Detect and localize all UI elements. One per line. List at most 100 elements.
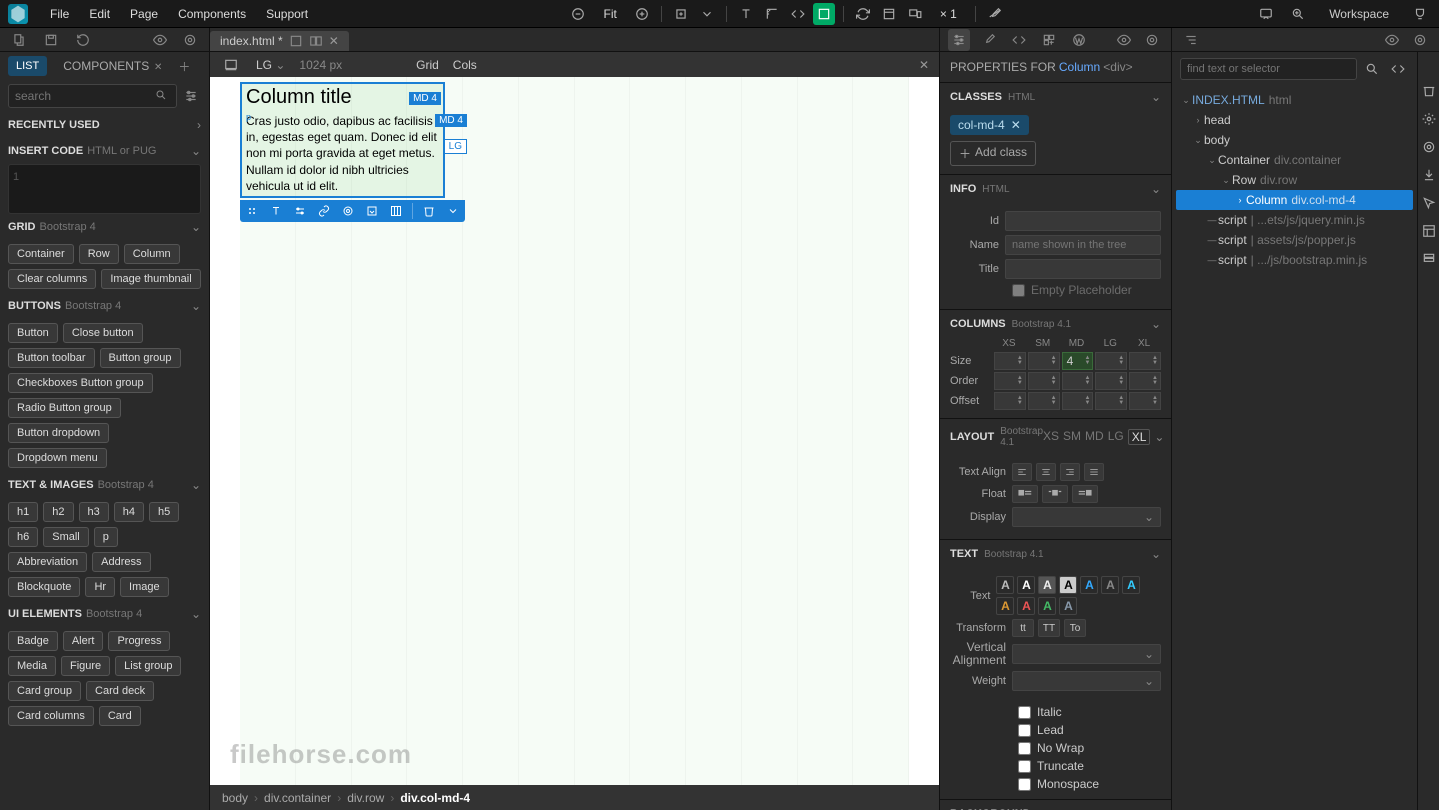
tab-close-icon[interactable]: ✕ <box>329 34 339 48</box>
canvas-close-icon[interactable]: ✕ <box>919 58 929 72</box>
align-left-button[interactable] <box>1012 463 1032 481</box>
search-icon[interactable] <box>1361 58 1383 80</box>
text-color-white[interactable]: A <box>1017 576 1035 594</box>
eye-icon[interactable] <box>149 29 171 51</box>
component-pill[interactable]: Blockquote <box>8 577 80 597</box>
component-pill[interactable]: Figure <box>61 656 110 676</box>
target-icon-3[interactable] <box>1409 29 1431 51</box>
lowercase-button[interactable]: tt <box>1012 619 1034 637</box>
tree-search-input[interactable] <box>1180 58 1357 80</box>
component-pill[interactable]: Alert <box>63 631 104 651</box>
order-input[interactable]: ▲▼ <box>1062 372 1094 390</box>
code-icon[interactable] <box>787 3 809 25</box>
zoom-out-icon[interactable] <box>567 3 589 25</box>
props-brush-icon[interactable] <box>978 29 1000 51</box>
weight-dropdown[interactable]: ⌄ <box>1012 671 1161 691</box>
order-input[interactable]: ▲▼ <box>994 372 1026 390</box>
text-color-danger[interactable]: A <box>1017 597 1035 615</box>
zoom-fit[interactable]: Fit <box>593 7 626 21</box>
menu-support[interactable]: Support <box>256 7 318 21</box>
offset-input[interactable]: ▲▼ <box>994 392 1026 410</box>
menu-page[interactable]: Page <box>120 7 168 21</box>
component-pill[interactable]: Image <box>120 577 169 597</box>
canvas-viewport[interactable]: Column title p Cras justo odio, dapibus … <box>210 77 939 785</box>
add-page-icon[interactable] <box>670 3 692 25</box>
capitalize-button[interactable]: To <box>1064 619 1086 637</box>
add-tab-icon[interactable]: ＋ <box>178 58 190 75</box>
component-pill[interactable]: Row <box>79 244 119 264</box>
section-columns[interactable]: COLUMNSBootstrap 4.1⌄ <box>940 310 1171 338</box>
tab-window-icon[interactable] <box>289 34 303 48</box>
text-color-muted[interactable]: A <box>996 576 1014 594</box>
md-badge-handle[interactable]: MD 4 <box>435 114 467 127</box>
text-color-info[interactable]: A <box>1122 576 1140 594</box>
breadcrumb-item-active[interactable]: div.col-md-4 <box>400 791 470 805</box>
monospace-checkbox[interactable] <box>1018 778 1031 791</box>
tab-split-icon[interactable] <box>309 34 323 48</box>
save-icon[interactable] <box>40 29 62 51</box>
target-icon[interactable] <box>179 29 201 51</box>
target-icon-4[interactable] <box>1420 138 1438 156</box>
text-color-dark[interactable]: A <box>1059 576 1077 594</box>
tree-row-script[interactable]: —script| assets/js/popper.js <box>1176 230 1413 250</box>
refresh-icon[interactable] <box>852 3 874 25</box>
component-pill[interactable]: h3 <box>79 502 109 522</box>
uppercase-button[interactable]: TT <box>1038 619 1060 637</box>
workspace-button[interactable]: Workspace <box>1319 7 1399 21</box>
text-color-secondary[interactable]: A <box>1101 576 1119 594</box>
id-input[interactable] <box>1005 211 1161 231</box>
eye-icon-2[interactable] <box>1113 29 1135 51</box>
size-xs-input[interactable]: ▲▼ <box>994 352 1026 370</box>
offset-input[interactable]: ▲▼ <box>1028 392 1060 410</box>
props-code-icon[interactable] <box>1008 29 1030 51</box>
trash-icon[interactable] <box>1420 82 1438 100</box>
text-color-primary[interactable]: A <box>1080 576 1098 594</box>
add-class-button[interactable]: ＋Add class <box>950 141 1036 166</box>
tree-row-body[interactable]: ⌄body <box>1176 130 1413 150</box>
component-pill[interactable]: Card <box>99 706 141 726</box>
menu-file[interactable]: File <box>40 7 79 21</box>
target-icon-2[interactable] <box>1141 29 1163 51</box>
filter-settings-icon[interactable] <box>181 84 201 108</box>
order-input[interactable]: ▲▼ <box>1129 372 1161 390</box>
class-chip[interactable]: col-md-4✕ <box>950 115 1029 135</box>
eye-icon-3[interactable] <box>1381 29 1403 51</box>
tree-row-script[interactable]: —script| .../js/bootstrap.min.js <box>1176 250 1413 270</box>
left-tab-components[interactable]: COMPONENTS ✕ <box>55 55 170 77</box>
component-pill[interactable]: List group <box>115 656 181 676</box>
left-tab-list[interactable]: LIST <box>8 56 47 76</box>
component-pill[interactable]: Button toolbar <box>8 348 95 368</box>
layout-icon[interactable] <box>1420 222 1438 240</box>
component-pill[interactable]: Abbreviation <box>8 552 87 572</box>
device-icon[interactable] <box>220 54 242 76</box>
props-wp-icon[interactable] <box>1068 29 1090 51</box>
search-icon[interactable] <box>151 89 171 101</box>
component-pill[interactable]: Media <box>8 656 56 676</box>
component-pill[interactable]: Dropdown menu <box>8 448 107 468</box>
section-classes[interactable]: CLASSESHTML⌄ <box>940 83 1171 111</box>
component-pill[interactable]: Card columns <box>8 706 94 726</box>
tree-row-container[interactable]: ⌄Containerdiv.container <box>1176 150 1413 170</box>
multiplier-label[interactable]: × 1 <box>930 7 967 21</box>
more-icon[interactable] <box>445 203 461 219</box>
section-text-images[interactable]: TEXT & IMAGESBootstrap 4⌄ <box>8 472 201 498</box>
float-left-button[interactable] <box>1012 485 1038 503</box>
sections-icon[interactable] <box>1420 250 1438 268</box>
lead-checkbox[interactable] <box>1018 724 1031 737</box>
text-color-warning[interactable]: A <box>996 597 1014 615</box>
chat-icon[interactable] <box>1255 3 1277 25</box>
text-color-body[interactable]: A <box>1059 597 1077 615</box>
float-right-button[interactable] <box>1072 485 1098 503</box>
display-dropdown[interactable]: ⌄ <box>1012 507 1161 527</box>
actions-icon[interactable] <box>340 203 356 219</box>
file-tab[interactable]: index.html * ✕ <box>210 31 349 51</box>
gear-icon[interactable] <box>1420 110 1438 128</box>
tree-row-root[interactable]: ⌄INDEX.HTMLhtml <box>1176 90 1413 110</box>
valign-dropdown[interactable]: ⌄ <box>1012 644 1161 664</box>
component-pill[interactable]: Checkboxes Button group <box>8 373 153 393</box>
component-pill[interactable]: Button <box>8 323 58 343</box>
brush-icon[interactable] <box>984 3 1006 25</box>
align-right-button[interactable] <box>1060 463 1080 481</box>
edit-style-icon[interactable] <box>292 203 308 219</box>
app-logo[interactable] <box>8 4 28 24</box>
